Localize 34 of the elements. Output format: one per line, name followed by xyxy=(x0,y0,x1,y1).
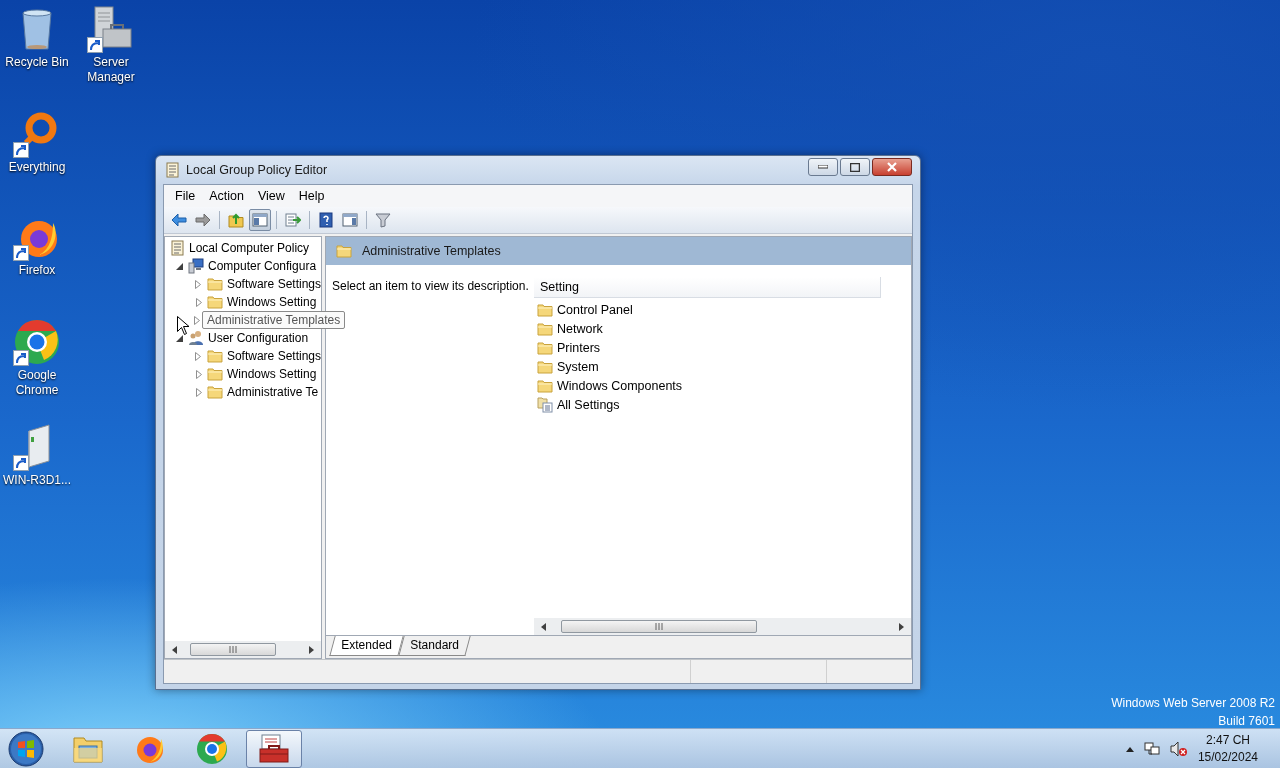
clock[interactable]: 2:47 CH 15/02/2024 xyxy=(1197,732,1258,766)
list-item[interactable]: All Settings xyxy=(557,397,620,412)
desktop-icon-label[interactable]: WIN-R3D1... xyxy=(1,473,73,488)
description-text: Select an item to view its description. xyxy=(332,279,529,293)
window-title: Local Group Policy Editor xyxy=(186,163,329,177)
list-item[interactable]: Printers xyxy=(557,340,601,355)
list-item[interactable]: Control Panel xyxy=(557,302,633,317)
tree-item[interactable]: Software Settings xyxy=(226,277,321,291)
desktop-icon-label[interactable]: Google Chrome xyxy=(1,368,73,398)
tree-item[interactable]: Software Settings xyxy=(226,349,321,363)
desktop-icon-label[interactable]: Server Manager xyxy=(75,55,147,85)
tree-item[interactable]: Windows Setting xyxy=(227,295,317,309)
desktop-icon-label[interactable]: Firefox xyxy=(1,263,73,278)
os-version-text: Windows Web Server 2008 R2 xyxy=(1111,695,1275,712)
tree-item[interactable]: Administrative Te xyxy=(227,385,319,399)
os-version-text: Build 7601 xyxy=(1217,713,1275,730)
tree-item[interactable]: User Configuration xyxy=(208,331,309,345)
menu-item[interactable]: Help xyxy=(291,187,332,205)
menu-item[interactable]: File xyxy=(168,187,203,205)
menu-item[interactable]: Action xyxy=(202,187,251,205)
tree-item[interactable]: Windows Setting xyxy=(227,367,317,381)
desktop-icon-label[interactable]: Everything xyxy=(1,160,73,175)
tree-item[interactable]: Computer Configura xyxy=(208,259,317,273)
column-header[interactable]: Setting xyxy=(534,277,881,298)
pane-header-title: Administrative Templates xyxy=(362,244,501,258)
list-item[interactable]: Windows Components xyxy=(557,378,683,393)
menu-item[interactable]: View xyxy=(250,187,292,205)
tree-item[interactable]: Local Computer Policy xyxy=(189,241,310,255)
list-item[interactable]: System xyxy=(557,359,599,374)
list-item[interactable]: Network xyxy=(557,321,603,336)
desktop-icon-label[interactable]: Recycle Bin xyxy=(1,55,73,70)
tab[interactable]: Extended xyxy=(329,636,404,656)
tooltip: Administrative Templates xyxy=(202,311,346,329)
tab[interactable]: Standard xyxy=(398,636,471,656)
